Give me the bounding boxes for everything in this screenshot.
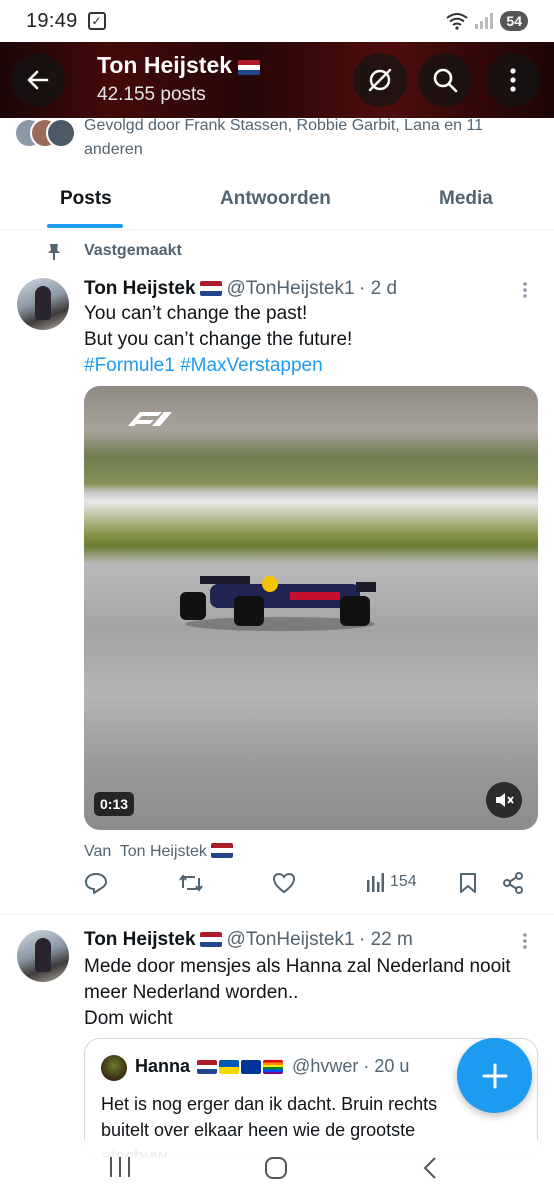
reply-button[interactable] <box>84 872 108 894</box>
avatar[interactable] <box>17 278 69 330</box>
follower-avatar <box>46 118 76 148</box>
from-name[interactable]: Ton Heijstek <box>120 843 207 860</box>
tab-posts[interactable]: Posts <box>60 188 112 210</box>
tweet-text: Mede door mensjes als Hanna zal Nederlan… <box>84 954 534 1032</box>
from-label: Van <box>84 843 112 860</box>
back-nav-button[interactable] <box>422 1156 438 1185</box>
retweet-icon <box>179 874 203 892</box>
heart-icon <box>272 872 296 894</box>
android-nav-bar <box>0 1140 554 1200</box>
follower-avatars <box>14 118 76 148</box>
speaker-muted-icon <box>496 793 514 807</box>
pin-icon <box>48 244 60 260</box>
author-handle[interactable]: @TonHeijstek1 <box>226 278 354 299</box>
recents-button[interactable] <box>108 1156 132 1183</box>
search-icon <box>433 68 458 93</box>
more-vertical-icon <box>510 68 516 92</box>
recents-icon <box>110 1157 130 1177</box>
nl-flag-icon <box>200 932 223 947</box>
grok-button[interactable] <box>353 53 407 107</box>
share-icon <box>503 872 523 894</box>
followed-by-text: Gevolgd door Frank Stassen, Robbie Garbi… <box>84 117 484 158</box>
pinned-label: Vastgemaakt <box>48 242 182 260</box>
quoted-flags-icon <box>197 1060 284 1074</box>
tweet-header: Ton Heijstek @TonHeijstek1 · 22 m <box>84 929 413 951</box>
battery-indicator: 54 <box>500 11 528 31</box>
video-attribution: Van Ton Heijstek <box>84 843 234 861</box>
tweet-header: Ton Heijstek @TonHeijstek1 · 2 d <box>84 278 397 300</box>
bookmark-icon <box>460 873 476 893</box>
bookmark-button[interactable] <box>459 872 477 894</box>
views-count: 154 <box>390 873 417 890</box>
posts-count: 42.155 posts <box>97 84 206 105</box>
tweet-time: · 2 d <box>359 278 398 299</box>
tweet-line: Dom wicht <box>84 1008 173 1029</box>
active-tab-indicator <box>47 224 123 228</box>
chevron-left-icon <box>423 1157 436 1179</box>
tweet-hashtags[interactable]: #Formule1 #MaxVerstappen <box>84 353 534 379</box>
bar-chart-icon <box>367 873 384 892</box>
wifi-icon <box>446 13 469 30</box>
tweet-time: · 22 m <box>359 929 413 950</box>
tweet-video[interactable]: 0:13 <box>84 386 538 830</box>
more-vertical-icon <box>523 933 527 949</box>
tweet-divider <box>0 914 554 915</box>
nl-flag-icon <box>238 60 261 75</box>
plus-icon <box>482 1063 507 1088</box>
tweet-actions: 154 <box>84 872 534 906</box>
back-button[interactable] <box>11 53 65 107</box>
profile-header: Ton Heijstek 42.155 posts <box>0 42 554 118</box>
followed-by-section[interactable]: Gevolgd door Frank Stassen, Robbie Garbi… <box>0 117 554 166</box>
quoted-time: · 20 u <box>363 1056 410 1076</box>
tweet-more-button[interactable] <box>522 281 528 303</box>
quoted-handle: @hvwer <box>292 1056 359 1076</box>
arrow-left-icon <box>27 70 49 90</box>
status-bar: 19:49 ✓ 54 <box>0 0 554 42</box>
pinned-text: Vastgemaakt <box>84 242 182 259</box>
profile-title: Ton Heijstek <box>97 52 261 79</box>
tab-media[interactable]: Media <box>439 188 493 210</box>
more-vertical-icon <box>523 282 527 298</box>
more-options-button[interactable] <box>486 53 540 107</box>
author-name[interactable]: Ton Heijstek <box>84 929 196 950</box>
signal-icon <box>475 13 494 29</box>
race-car <box>180 576 376 631</box>
reply-icon <box>85 873 107 894</box>
status-right: 54 <box>446 11 528 31</box>
compose-button[interactable] <box>457 1038 532 1113</box>
home-button[interactable] <box>264 1156 288 1185</box>
tweet-line: But you can’t change the future! <box>84 329 353 350</box>
mute-button[interactable] <box>486 782 522 818</box>
author-name[interactable]: Ton Heijstek <box>84 278 196 299</box>
tab-replies[interactable]: Antwoorden <box>220 188 331 210</box>
avatar[interactable] <box>17 930 69 982</box>
nl-flag-icon <box>211 843 234 858</box>
profile-tabs: Posts Antwoorden Media <box>0 170 554 230</box>
quoted-avatar <box>101 1055 127 1081</box>
tweet-line: Mede door mensjes als Hanna zal Nederlan… <box>84 956 511 1003</box>
tweet-line: You can’t change the past! <box>84 303 308 324</box>
f1-logo-icon <box>128 412 172 426</box>
home-icon <box>265 1157 287 1179</box>
profile-name: Ton Heijstek <box>97 52 233 78</box>
share-button[interactable] <box>502 872 524 894</box>
grok-icon <box>368 68 392 92</box>
search-button[interactable] <box>418 53 472 107</box>
like-button[interactable] <box>272 872 296 894</box>
author-handle[interactable]: @TonHeijstek1 <box>226 929 354 950</box>
notification-check-icon: ✓ <box>87 12 106 30</box>
quoted-name: Hanna <box>135 1056 191 1076</box>
tweet-more-button[interactable] <box>522 932 528 954</box>
status-time: 19:49 <box>26 9 78 32</box>
retweet-button[interactable] <box>178 872 204 894</box>
video-duration: 0:13 <box>94 792 135 816</box>
tweet-text: You can’t change the past! But you can’t… <box>84 301 534 379</box>
quoted-header: Hanna @hvwer · 20 u <box>135 1056 409 1077</box>
views-button[interactable]: 154 <box>366 872 417 892</box>
nl-flag-icon <box>200 281 223 296</box>
